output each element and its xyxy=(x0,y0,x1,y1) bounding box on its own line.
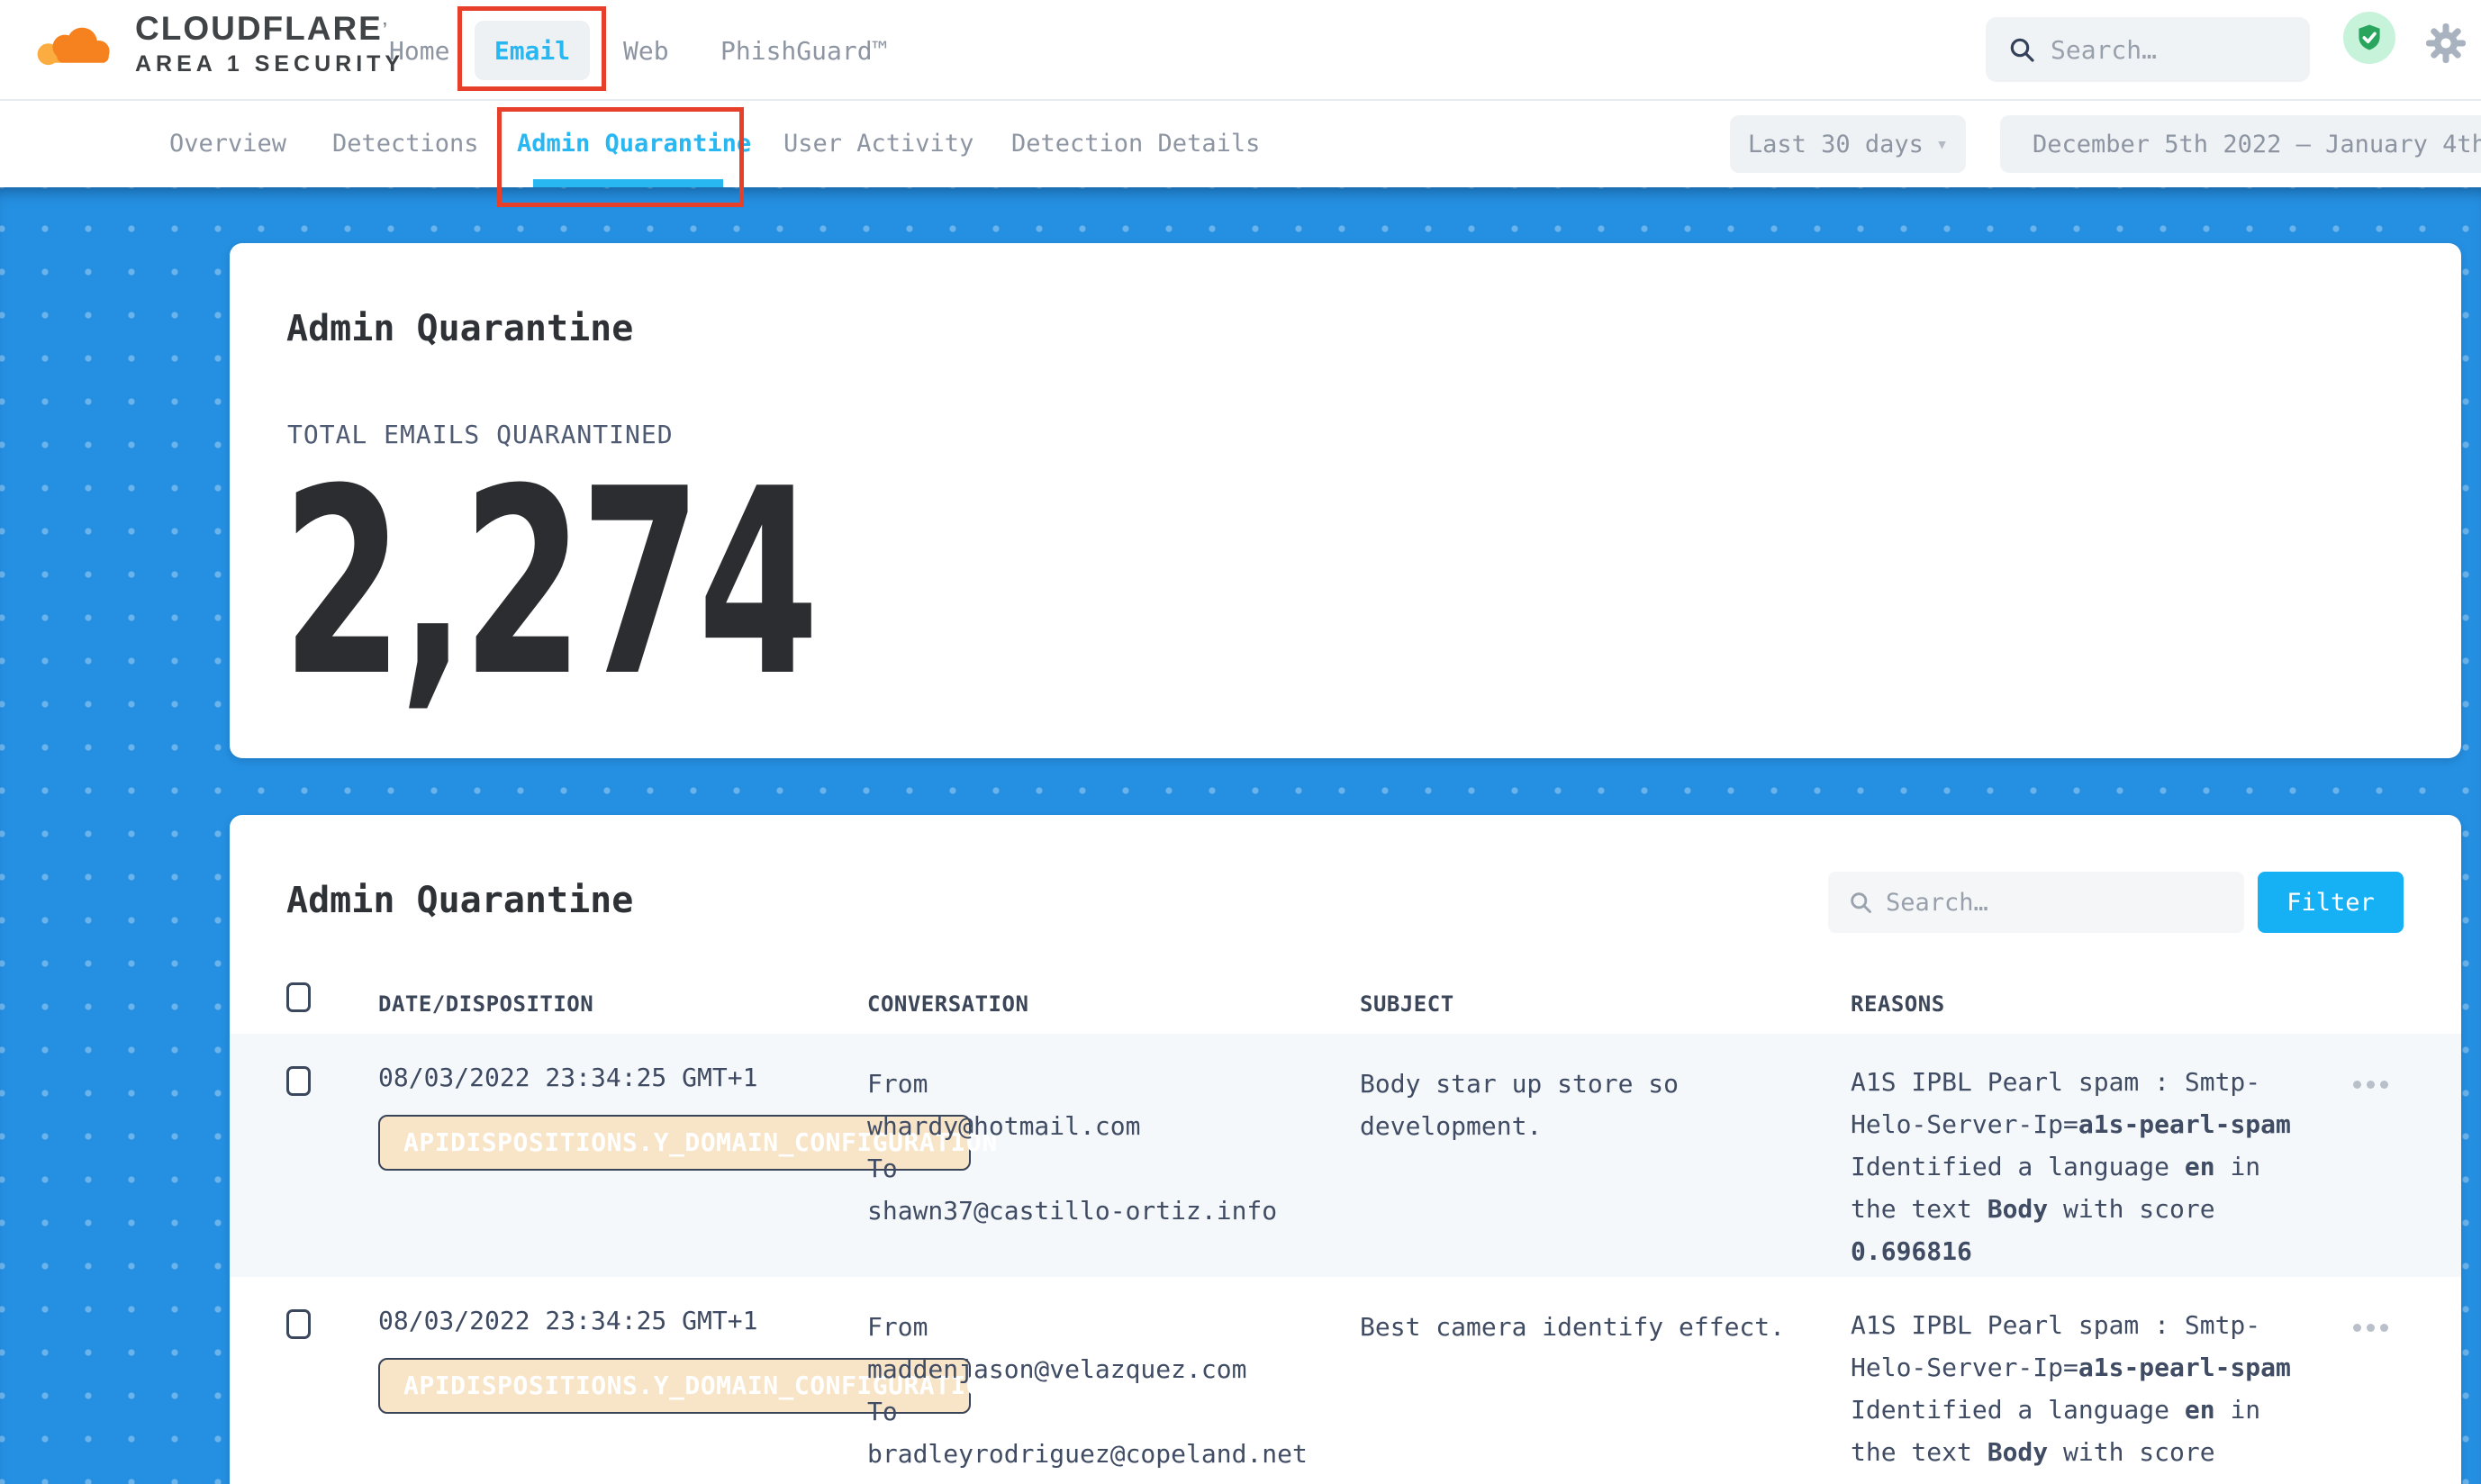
column-header-reasons: REASONS xyxy=(1851,991,1945,1017)
row-date: 08/03/2022 23:34:25 GMT+1 xyxy=(378,1063,757,1092)
tab-user-activity[interactable]: User Activity xyxy=(783,130,973,158)
filter-button[interactable]: Filter xyxy=(2258,872,2404,933)
row-date: 08/03/2022 23:34:25 GMT+1 xyxy=(378,1306,757,1335)
row-conversation: From maddenjason@velazquez.com To bradle… xyxy=(867,1306,1308,1475)
tab-detection-details[interactable]: Detection Details xyxy=(1011,130,1260,158)
to-email: bradleyrodriguez@copeland.net xyxy=(867,1433,1308,1475)
column-header-subject: SUBJECT xyxy=(1360,991,1454,1017)
from-email: maddenjason@velazquez.com xyxy=(867,1348,1308,1390)
brand-subtitle: AREA 1 SECURITY xyxy=(135,50,404,77)
table-search[interactable] xyxy=(1828,872,2244,933)
row-actions-button[interactable] xyxy=(2353,1324,2388,1332)
metric-value: 2,274 xyxy=(282,456,816,712)
page-content: Admin Quarantine TOTAL EMAILS QUARANTINE… xyxy=(0,187,2481,1484)
table-row: 08/03/2022 23:34:25 GMT+1 APIDISPOSITION… xyxy=(230,1034,2461,1277)
date-range-display[interactable]: December 5th 2022 — January 4th 2023 xyxy=(2000,115,2481,173)
tab-detections[interactable]: Detections xyxy=(332,130,479,158)
time-range-label: Last 30 days xyxy=(1748,131,1924,158)
chevron-down-icon: ▾ xyxy=(1936,133,1948,156)
row-reasons: A1S IPBL Pearl spam : Smtp-Helo-Server-I… xyxy=(1851,1304,2303,1484)
summary-card: Admin Quarantine TOTAL EMAILS QUARANTINE… xyxy=(230,243,2461,758)
row-checkbox[interactable] xyxy=(286,1309,311,1339)
email-section-tabs: Overview Detections Admin Quarantine Use… xyxy=(0,101,2481,187)
search-icon xyxy=(1848,890,1873,915)
table-row: 08/03/2022 23:34:25 GMT+1 APIDISPOSITION… xyxy=(230,1277,2461,1484)
nav-item-email-active[interactable]: Email xyxy=(475,21,590,80)
table-title: Admin Quarantine xyxy=(286,880,633,921)
column-header-conversation: CONVERSATION xyxy=(867,991,1028,1017)
brand-text: CLOUDFLARE’ AREA 1 SECURITY xyxy=(135,11,404,77)
row-reasons: A1S IPBL Pearl spam : Smtp-Helo-Server-I… xyxy=(1851,1061,2303,1272)
tab-admin-quarantine-active[interactable]: Admin Quarantine xyxy=(517,130,751,158)
top-header: CLOUDFLARE’ AREA 1 SECURITY Home Email W… xyxy=(0,0,2481,101)
table-search-input[interactable] xyxy=(1886,889,2183,917)
to-email: shawn37@castillo-ortiz.info xyxy=(867,1190,1277,1232)
global-search[interactable] xyxy=(1986,17,2310,82)
to-label: To xyxy=(867,1147,1277,1190)
nav-item-web[interactable]: Web xyxy=(623,36,669,66)
to-label: To xyxy=(867,1390,1308,1433)
row-subject: Body star up store so development. xyxy=(1360,1063,1803,1147)
row-subject: Best camera identify effect. xyxy=(1360,1306,1803,1348)
from-label: From xyxy=(867,1063,1277,1105)
search-icon xyxy=(2007,35,2036,64)
global-search-input[interactable] xyxy=(2051,35,2276,65)
select-all-checkbox[interactable] xyxy=(286,982,311,1012)
nav-item-home[interactable]: Home xyxy=(389,36,449,66)
gear-icon xyxy=(2424,22,2467,65)
time-range-dropdown[interactable]: Last 30 days ▾ xyxy=(1730,115,1966,173)
cloudflare-cloud-icon xyxy=(32,15,119,73)
quarantine-table-card: Admin Quarantine Filter DATE/DISPOSITION… xyxy=(230,815,2461,1484)
shield-check-icon xyxy=(2354,23,2385,53)
brand-name: CLOUDFLARE’ xyxy=(135,11,404,47)
active-tab-underline xyxy=(533,179,723,187)
protection-status-badge[interactable] xyxy=(2343,12,2395,64)
row-checkbox[interactable] xyxy=(286,1066,311,1096)
settings-button[interactable] xyxy=(2424,22,2467,68)
row-actions-button[interactable] xyxy=(2353,1081,2388,1089)
page-title: Admin Quarantine xyxy=(286,308,633,349)
from-label: From xyxy=(867,1306,1308,1348)
from-email: whardy@hotmail.com xyxy=(867,1105,1277,1147)
brand-trademark: ’ xyxy=(383,20,389,38)
date-range-text: December 5th 2022 — January 4th 2023 xyxy=(2033,131,2481,158)
row-conversation: From whardy@hotmail.com To shawn37@casti… xyxy=(867,1063,1277,1232)
nav-item-phishguard[interactable]: PhishGuard™ xyxy=(720,36,887,66)
column-header-date-disposition: DATE/DISPOSITION xyxy=(378,991,593,1017)
tab-overview[interactable]: Overview xyxy=(169,130,286,158)
brand-logo: CLOUDFLARE’ AREA 1 SECURITY xyxy=(32,11,404,77)
